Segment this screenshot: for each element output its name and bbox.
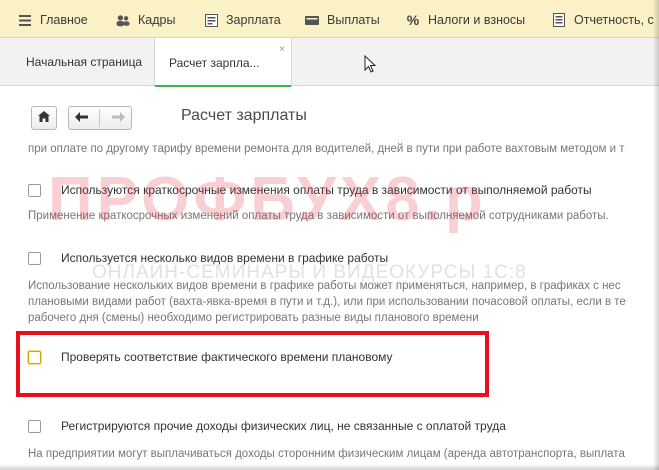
menu-item-reports[interactable]: Отчетность, с <box>552 12 654 28</box>
tab-label: Начальная страница <box>26 55 143 69</box>
menu-item-personnel[interactable]: Кадры <box>116 12 175 28</box>
menu-item-label: Главное <box>40 13 88 27</box>
option-description: плановыми видами работ (вахта-явка-время… <box>28 296 626 308</box>
document-icon <box>204 13 218 27</box>
menu-item-taxes[interactable]: % Налоги и взносы <box>406 12 525 28</box>
option-label: Регистрируются прочие доходы физических … <box>61 419 506 433</box>
wallet-icon <box>305 13 319 27</box>
arrow-left-icon[interactable] <box>74 111 88 125</box>
menu-item-label: Налоги и взносы <box>428 13 526 27</box>
page-title: Расчет зарплаты <box>181 107 307 124</box>
settings-content: при оплате по другому тарифу времени рем… <box>0 138 659 470</box>
navigation-buttons <box>68 106 132 130</box>
hamburger-icon <box>18 13 32 27</box>
checkbox[interactable] <box>28 183 41 197</box>
divider <box>99 109 101 127</box>
option-other-income: Регистрируются прочие доходы физических … <box>28 419 506 433</box>
option-description: при оплате по другому тарифу времени рем… <box>28 143 625 155</box>
checkbox[interactable] <box>28 251 41 265</box>
menu-item-main[interactable]: Главное <box>18 12 88 28</box>
window-shadow <box>653 0 659 470</box>
people-icon <box>116 13 130 27</box>
option-short-term-pay-changes: Используются краткосрочные изменения опл… <box>28 183 592 197</box>
highlight-annotation <box>16 331 489 397</box>
option-description: Применение краткосрочных изменений оплат… <box>28 210 609 222</box>
menu-item-label: Зарплата <box>226 13 281 27</box>
open-windows-tabbar: Начальная страница Расчет зарпла... × <box>0 38 659 87</box>
menu-item-payments[interactable]: Выплаты <box>305 12 380 28</box>
option-description: рабочего дня (смены) необходимо регистри… <box>28 312 479 324</box>
option-multiple-time-types: Используется несколько видов времени в г… <box>28 251 388 265</box>
main-section-panel: Главное Кадры Зарплата Выплаты % Налоги … <box>0 0 659 38</box>
menu-item-label: Отчетность, с <box>574 13 654 27</box>
menu-item-label: Кадры <box>138 13 176 27</box>
home-button[interactable] <box>31 106 57 130</box>
home-icon <box>38 111 50 125</box>
option-label: Используется несколько видов времени в г… <box>61 251 389 265</box>
percent-icon: % <box>406 12 420 28</box>
mouse-cursor-icon <box>364 54 377 76</box>
option-description: Использование нескольких видов времени в… <box>28 280 621 292</box>
option-description: На предприятии могут выплачиваться доход… <box>28 448 625 460</box>
menu-item-label: Выплаты <box>327 13 380 27</box>
watermark-logo-text: ПРОФБУХ8.р <box>48 165 487 234</box>
checkbox[interactable] <box>28 419 41 433</box>
tab-home-page[interactable]: Начальная страница <box>12 38 156 86</box>
tab-label: Расчет зарпла... <box>169 55 260 70</box>
arrow-right-icon[interactable] <box>112 111 126 125</box>
report-icon <box>552 13 566 27</box>
close-icon[interactable]: × <box>279 44 285 55</box>
window-shadow <box>0 464 659 470</box>
menu-item-salary[interactable]: Зарплата <box>204 12 281 28</box>
option-label: Используются краткосрочные изменения опл… <box>61 183 592 197</box>
tab-salary-calculation[interactable]: Расчет зарпла... × <box>154 38 292 87</box>
